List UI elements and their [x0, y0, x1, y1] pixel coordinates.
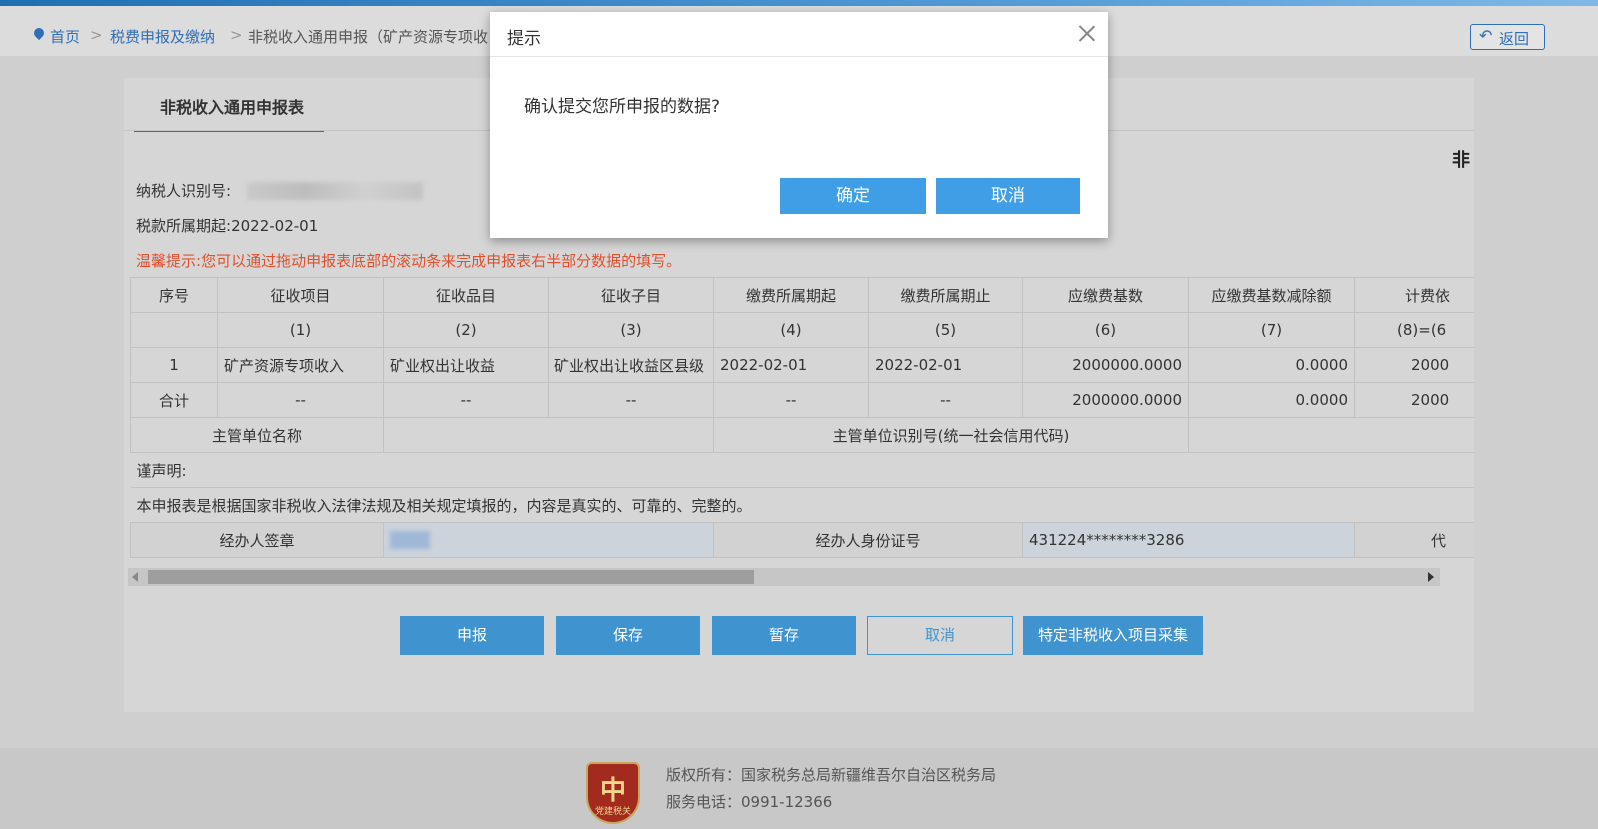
confirm-dialog: 提示 确认提交您所申报的数据? 确定 取消	[490, 12, 1108, 238]
code-cell: (3)	[548, 312, 714, 348]
base-amount-cell: 2000000.0000	[1022, 347, 1189, 383]
header-cell: 缴费所属期起	[713, 277, 869, 313]
authority-name-label: 主管单位名称	[130, 417, 384, 453]
handler-id-field[interactable]: 431224********3286	[1022, 522, 1355, 558]
total-cell: --	[548, 382, 714, 418]
total-label: 合计	[130, 382, 218, 418]
handler-sign-label: 经办人签章	[130, 522, 384, 558]
dialog-header: 提示	[490, 12, 1108, 57]
collection-item-cell: 矿产资源专项收入	[217, 347, 384, 383]
authority-id-label: 主管单位识别号(统一社会信用代码)	[713, 417, 1189, 453]
back-button[interactable]: ↶ 返回	[1470, 24, 1545, 50]
hint-message: 您可以通过拖动申报表底部的滚动条来完成申报表右半部分数据的填写。	[201, 252, 682, 270]
hint-label: 温馨提示:	[136, 252, 202, 270]
breadcrumb-current: 非税收入通用申报（矿产资源专项收	[248, 28, 489, 46]
breadcrumb-home[interactable]: 首页	[50, 26, 80, 47]
authority-id-value	[1188, 417, 1474, 453]
scrollbar-thumb[interactable]	[148, 570, 754, 584]
location-pin-icon	[31, 25, 47, 41]
period-start-label: 税款所属期起:	[136, 217, 232, 235]
back-button-label: 返回	[1499, 30, 1530, 48]
declaration-text: 本申报表是根据国家非税收入法律法规及相关规定填报的，内容是真实的、可靠的、完整的…	[130, 487, 1474, 523]
total-cell: --	[383, 382, 549, 418]
dialog-cancel-button[interactable]: 取消	[936, 178, 1080, 214]
header-cell: 征收子目	[548, 277, 714, 313]
row-index: 1	[130, 347, 218, 383]
code-cell: (4)	[713, 312, 869, 348]
authority-name-value	[383, 417, 714, 453]
copyright-text: 版权所有：国家税务总局新疆维吾尔自治区税务局	[666, 766, 997, 784]
header-cell: 征收项目	[217, 277, 384, 313]
service-phone: 服务电话：0991-12366	[666, 793, 833, 811]
declaration-text-row: 本申报表是根据国家非税收入法律法规及相关规定填报的，内容是真实的、可靠的、完整的…	[130, 487, 1474, 523]
dialog-confirm-button[interactable]: 确定	[780, 178, 926, 214]
billing-basis-cell: 2000	[1354, 347, 1474, 383]
special-collect-button[interactable]: 特定非税收入项目采集	[1023, 616, 1203, 655]
header-cell: 缴费所属期止	[868, 277, 1023, 313]
table-header-row: 序号 征收项目 征收品目 征收子目 缴费所属期起 缴费所属期止 应缴费基数 应缴…	[130, 277, 1474, 313]
code-cell: (5)	[868, 312, 1023, 348]
period-start-row: 税款所属期起:2022-02-01	[136, 215, 318, 236]
total-billing-basis: 2000	[1354, 382, 1474, 418]
handler-sign-field[interactable]	[383, 522, 714, 558]
handler-row: 经办人签章 经办人身份证号 431224********3286 代	[130, 522, 1474, 558]
header-cell: 序号	[130, 277, 218, 313]
breadcrumb-separator: >	[230, 26, 243, 44]
total-base-amount: 2000000.0000	[1022, 382, 1189, 418]
header-cell: 应缴费基数减除额	[1188, 277, 1355, 313]
declaration-label-row: 谨声明:	[130, 452, 1474, 488]
header-cell: 征收品目	[383, 277, 549, 313]
code-cell: (1)	[217, 312, 384, 348]
collection-subitem-cell: 矿业权出让收益区县级	[548, 347, 714, 383]
collection-category-cell: 矿业权出让收益	[383, 347, 549, 383]
emblem-glyph: 中	[599, 776, 626, 806]
table-total-row: 合计 -- -- -- -- -- 2000000.0000 0.0000 20…	[130, 382, 1474, 418]
declare-button[interactable]: 申报	[400, 616, 544, 655]
taxpayer-id-label: 纳税人识别号:	[136, 182, 232, 200]
tab-general-declaration[interactable]: 非税收入通用申报表	[134, 78, 324, 132]
close-icon[interactable]	[1078, 24, 1096, 42]
table-row: 1 矿产资源专项收入 矿业权出让收益 矿业权出让收益区县级 2022-02-01…	[130, 347, 1474, 383]
scroll-right-arrow-icon[interactable]	[1428, 572, 1434, 582]
dialog-message: 确认提交您所申报的数据?	[524, 97, 721, 117]
header-cell: 计费依	[1354, 277, 1474, 313]
party-emblem-icon: 中 党建税关	[586, 762, 640, 824]
total-cell: --	[713, 382, 869, 418]
table-code-row: (1) (2) (3) (4) (5) (6) (7) (8)=(6	[130, 312, 1474, 348]
scroll-left-arrow-icon[interactable]	[132, 572, 138, 582]
breadcrumb-separator: >	[90, 26, 103, 44]
form-title: 非	[1452, 150, 1470, 171]
header-cell: 应缴费基数	[1022, 277, 1189, 313]
horizontal-scrollbar[interactable]	[128, 568, 1440, 586]
period-end-cell: 2022-02-01	[868, 347, 1023, 383]
emblem-text: 党建税关	[594, 807, 631, 817]
dialog-title: 提示	[507, 29, 541, 49]
code-cell	[130, 312, 218, 348]
authority-row: 主管单位名称 主管单位识别号(统一社会信用代码)	[130, 417, 1474, 453]
declaration-label: 谨声明:	[130, 452, 1474, 488]
code-cell: (7)	[1188, 312, 1355, 348]
code-cell: (8)=(6	[1354, 312, 1474, 348]
total-base-deduction: 0.0000	[1188, 382, 1355, 418]
total-cell: --	[217, 382, 384, 418]
hint-text: 温馨提示:您可以通过拖动申报表底部的滚动条来完成申报表右半部分数据的填写。	[136, 250, 681, 271]
taxpayer-id-redacted	[247, 182, 423, 200]
period-start-value: 2022-02-01	[231, 217, 319, 235]
period-start-cell: 2022-02-01	[713, 347, 869, 383]
breadcrumb-section[interactable]: 税费申报及缴纳	[110, 26, 215, 47]
temp-save-button[interactable]: 暂存	[712, 616, 856, 655]
code-cell: (6)	[1022, 312, 1189, 348]
save-button[interactable]: 保存	[556, 616, 700, 655]
handler-id-label: 经办人身份证号	[713, 522, 1023, 558]
handler-sign-redacted	[390, 531, 430, 550]
return-arrow-icon: ↶	[1479, 26, 1493, 45]
base-deduction-cell[interactable]: 0.0000	[1188, 347, 1355, 383]
code-cell: (2)	[383, 312, 549, 348]
declaration-table: 序号 征收项目 征收品目 征收子目 缴费所属期起 缴费所属期止 应缴费基数 应缴…	[130, 277, 1474, 558]
footer: 中 党建税关 版权所有：国家税务总局新疆维吾尔自治区税务局 服务电话：0991-…	[0, 748, 1598, 829]
cancel-button[interactable]: 取消	[867, 616, 1013, 655]
tab-label: 非税收入通用申报表	[160, 98, 305, 117]
total-cell: --	[868, 382, 1023, 418]
agent-label: 代	[1354, 522, 1474, 558]
